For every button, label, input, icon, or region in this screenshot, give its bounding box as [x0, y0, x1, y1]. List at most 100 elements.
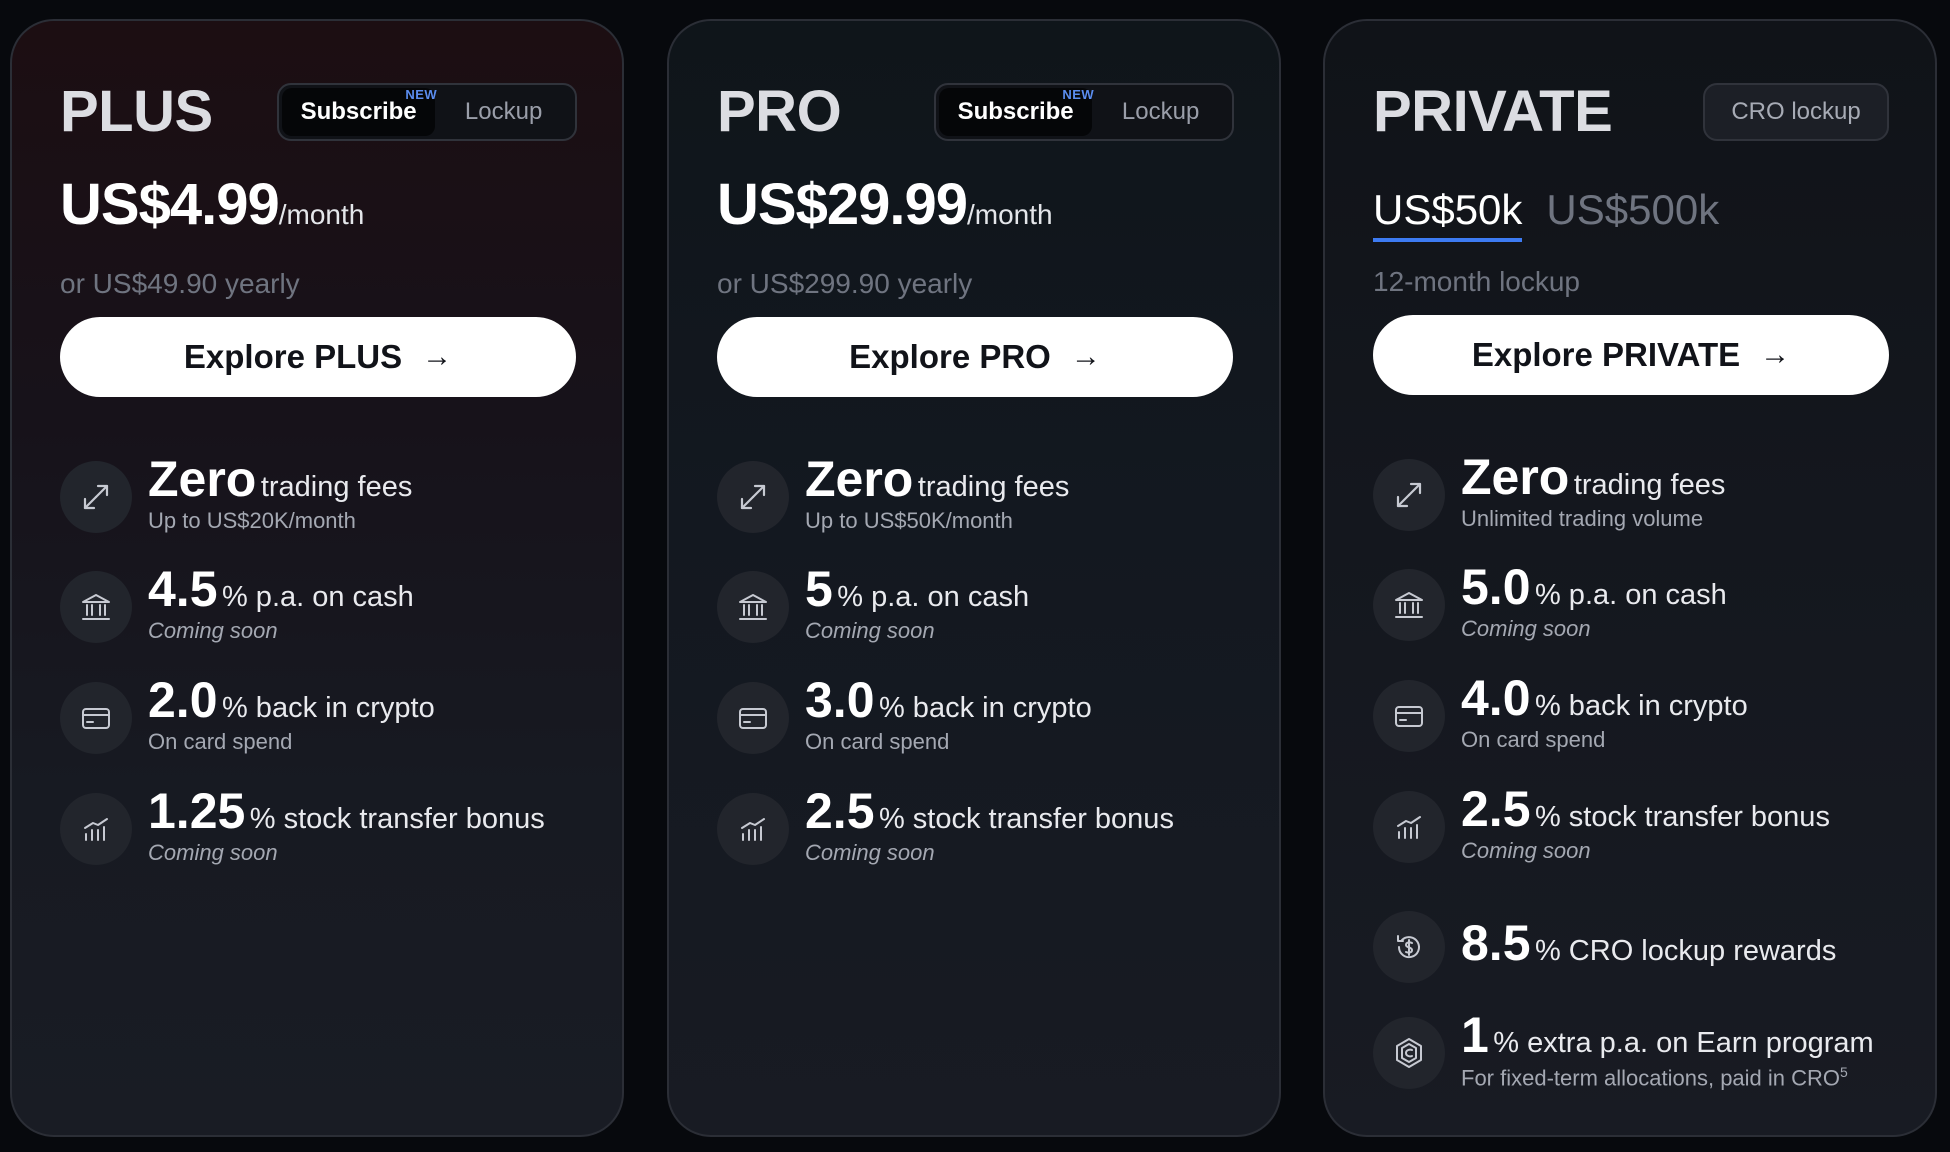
feature-stock-bonus: 2.5 % stock transfer bonus Coming soon	[717, 785, 1259, 885]
feature-description: % CRO lockup rewards	[1534, 935, 1837, 967]
feature-trading-fees: Zero trading fees Up to US$50K/month	[717, 453, 1259, 553]
feature-cash-interest: 5.0 % p.a. on cash Coming soon	[1373, 561, 1915, 661]
feature-description: trading fees	[260, 471, 413, 503]
tab-50k[interactable]: US$50k	[1373, 186, 1523, 242]
plan-title: PRIVATE	[1373, 79, 1613, 144]
feature-trading-fees: Zero trading fees Unlimited trading volu…	[1373, 451, 1915, 551]
feature-description: % stock transfer bonus	[249, 803, 545, 835]
feature-stock-bonus: 1.25 % stock transfer bonus Coming soon	[60, 785, 602, 885]
feature-crypto-back: 2.0 % back in crypto On card spend	[60, 674, 602, 774]
price-period: /month	[966, 199, 1053, 230]
new-badge: NEW	[1062, 87, 1095, 102]
feature-subtext: Coming soon	[1461, 615, 1591, 641]
new-badge: NEW	[405, 87, 438, 102]
price: US$29.99/month	[717, 171, 1053, 238]
feature-value: Zero	[148, 451, 257, 507]
feature-description: % p.a. on cash	[837, 581, 1030, 613]
feature-crypto-back: 4.0 % back in crypto On card spend	[1373, 672, 1915, 772]
feature-description: % stock transfer bonus	[878, 803, 1174, 835]
subscribe-tab[interactable]: Subscribe NEW	[939, 87, 1095, 136]
yearly-price: or US$49.90 yearly	[60, 268, 300, 299]
arrow-right-icon: →	[1760, 338, 1791, 371]
feature-trading-fees: Zero trading fees Up to US$20K/month	[60, 453, 602, 553]
feature-description: % p.a. on cash	[1534, 579, 1727, 611]
feature-subtext: Unlimited trading volume	[1461, 505, 1704, 531]
card-icon	[1373, 680, 1445, 752]
feature-value: 5	[805, 561, 833, 617]
trade-arrows-icon	[717, 461, 789, 533]
footnote-marker[interactable]: 5	[1840, 1064, 1848, 1080]
plan-title: PLUS	[60, 79, 213, 144]
cro-token-icon	[1373, 1017, 1445, 1089]
explore-pro-button[interactable]: Explore PRO →	[717, 317, 1233, 397]
feature-stock-bonus: 2.5 % stock transfer bonus Coming soon	[1373, 783, 1915, 883]
price: US$4.99/month	[60, 171, 364, 238]
feature-subtext: On card spend	[805, 728, 950, 754]
card-icon	[717, 682, 789, 754]
cro-rewards-icon	[1373, 911, 1445, 983]
lockup-amount-tabs: US$50k US$500k	[1373, 186, 1743, 242]
subscribe-tab[interactable]: Subscribe NEW	[282, 87, 438, 136]
feature-subtext: On card spend	[148, 728, 293, 754]
explore-label: Explore PRIVATE	[1471, 336, 1741, 373]
feature-value: 4.5	[148, 561, 218, 617]
plan-card-private: PRIVATE CRO lockup US$50k US$500k 12-mont…	[1323, 19, 1937, 1137]
yearly-price: or US$299.90 yearly	[717, 268, 973, 299]
feature-description: % p.a. on cash	[221, 581, 414, 613]
feature-description: trading fees	[1573, 469, 1726, 501]
feature-description: % stock transfer bonus	[1534, 801, 1830, 833]
feature-value: 2.5	[805, 783, 875, 839]
card-icon	[60, 682, 132, 754]
stock-chart-icon	[1373, 791, 1445, 863]
feature-cro-rewards: 8.5 % CRO lockup rewards	[1373, 903, 1915, 1003]
feature-value: 2.0	[148, 672, 218, 728]
lockup-tab[interactable]: Lockup	[435, 88, 572, 136]
arrow-right-icon: →	[1070, 340, 1101, 373]
subscribe-label: Subscribe	[957, 98, 1074, 125]
feature-value: Zero	[805, 451, 914, 507]
feature-description: % extra p.a. on Earn program	[1493, 1027, 1874, 1059]
feature-value: 3.0	[805, 672, 875, 728]
feature-value: 8.5	[1461, 915, 1531, 971]
feature-description: % back in crypto	[878, 692, 1092, 724]
feature-subtext: Coming soon	[805, 839, 935, 865]
feature-value: 1.25	[148, 783, 246, 839]
stock-chart-icon	[717, 793, 789, 865]
bank-icon	[717, 571, 789, 643]
feature-value: 1	[1461, 1007, 1489, 1063]
feature-value: 2.5	[1461, 781, 1531, 837]
feature-cash-interest: 5 % p.a. on cash Coming soon	[717, 563, 1259, 663]
feature-subtext: Up to US$50K/month	[805, 507, 1013, 533]
feature-earn-program: 1 % extra p.a. on Earn program For fixed…	[1373, 1009, 1915, 1109]
lockup-term: 12-month lockup	[1373, 266, 1581, 297]
plan-card-plus: PLUS Subscribe NEW Lockup US$4.99/month …	[10, 19, 624, 1137]
price-amount: US$29.99	[717, 172, 968, 237]
feature-description: trading fees	[917, 471, 1070, 503]
explore-plus-button[interactable]: Explore PLUS →	[60, 317, 576, 397]
feature-value: 4.0	[1461, 670, 1531, 726]
feature-crypto-back: 3.0 % back in crypto On card spend	[717, 674, 1259, 774]
explore-label: Explore PLUS	[183, 338, 403, 375]
feature-subtext: Coming soon	[148, 617, 278, 643]
feature-subtext: Coming soon	[805, 617, 935, 643]
feature-cash-interest: 4.5 % p.a. on cash Coming soon	[60, 563, 602, 663]
plan-card-pro: PRO Subscribe NEW Lockup US$29.99/month …	[667, 19, 1281, 1137]
feature-subtext: For fixed-term allocations, paid in CRO5	[1461, 1063, 1848, 1090]
subscribe-label: Subscribe	[300, 98, 417, 125]
feature-value: Zero	[1461, 449, 1570, 505]
feature-subtext: Up to US$20K/month	[148, 507, 356, 533]
price-amount: US$4.99	[60, 172, 280, 237]
cro-lockup-button[interactable]: CRO lockup	[1703, 83, 1889, 141]
bank-icon	[1373, 569, 1445, 641]
price-period: /month	[278, 199, 365, 230]
feature-subtext: On card spend	[1461, 726, 1606, 752]
plan-title: PRO	[717, 79, 842, 144]
trade-arrows-icon	[1373, 459, 1445, 531]
lockup-tab[interactable]: Lockup	[1092, 88, 1229, 136]
tab-500k[interactable]: US$500k	[1546, 186, 1719, 238]
explore-private-button[interactable]: Explore PRIVATE →	[1373, 315, 1889, 395]
stock-chart-icon	[60, 793, 132, 865]
feature-description: % back in crypto	[1534, 690, 1748, 722]
explore-label: Explore PRO	[849, 338, 1051, 375]
trade-arrows-icon	[60, 461, 132, 533]
